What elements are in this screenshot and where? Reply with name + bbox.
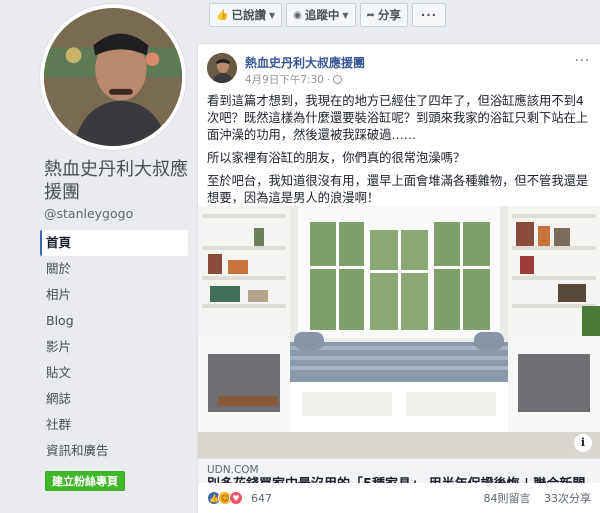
post-avatar-image [207, 53, 237, 83]
post-timestamp[interactable]: 4月9日下午7:30 [245, 72, 324, 87]
globe-icon [333, 75, 343, 84]
post-author-avatar[interactable] [207, 53, 237, 83]
post-meta: 4月9日下午7:30 · [245, 72, 343, 87]
post-options-button[interactable]: ··· [575, 54, 590, 69]
share-count[interactable]: 33次分享 [544, 492, 591, 505]
profile-picture[interactable] [40, 4, 186, 150]
nav-item-posts[interactable]: 貼文 [40, 360, 188, 386]
link-domain: UDN.COM [207, 464, 259, 476]
nav-item-info-and-ads[interactable]: 資訊和廣告 [40, 438, 188, 464]
post-text: 看到這篇才想到，我現在的地方已經住了四年了，但浴缸應該用不到4次吧？既然這樣為什… [207, 93, 595, 213]
info-icon[interactable]: i [574, 434, 592, 452]
comment-count[interactable]: 84則留言 [484, 492, 531, 505]
thumbs-up-icon: 👍 [216, 9, 229, 21]
nav-item-community[interactable]: 社群 [40, 412, 188, 438]
chevron-down-icon: ▼ [342, 10, 349, 20]
reaction-count[interactable]: 647 [251, 492, 272, 505]
engagement-counts: 84則留言 33次分享 [474, 490, 592, 506]
share-button[interactable]: ➦ 分享 [359, 3, 408, 27]
post-paragraph: 所以家裡有浴缸的朋友，你們真的很常泡澡嗎？ [207, 151, 466, 165]
rss-icon: ◉ [293, 9, 302, 21]
living-room-photo [198, 206, 600, 458]
avatar-image [44, 8, 182, 146]
link-preview-image[interactable]: i [198, 206, 600, 458]
share-label: 分享 [377, 8, 401, 22]
liked-button[interactable]: 👍 已說讚 ▼ [209, 3, 283, 27]
nav-item-notes[interactable]: 網誌 [40, 386, 188, 412]
post-paragraph: 至於吧台，我知道很沒有用，還早上面會堆滿各種雜物，但不管我還是想要，因為這是男人… [207, 174, 589, 205]
following-button[interactable]: ◉ 追蹤中 ▼ [286, 3, 356, 27]
chevron-down-icon: ▼ [268, 10, 276, 20]
create-page-button[interactable]: 建立粉絲專頁 [45, 471, 125, 491]
liked-label: 已說讚 [231, 8, 266, 22]
nav-item-about[interactable]: 關於 [40, 256, 188, 282]
post-card: 熱血史丹利大叔應援團 4月9日下午7:30 · ··· 看到這篇才想到，我現在的… [197, 43, 600, 513]
more-options-button[interactable]: ··· [411, 3, 446, 27]
reaction-icons[interactable]: 👍 ☺ ♥ [207, 491, 243, 505]
post-stats-bar: 👍 ☺ ♥ 647 84則留言 33次分享 [197, 483, 600, 513]
nav-item-home[interactable]: 首頁 [40, 230, 188, 256]
avatar [44, 8, 182, 146]
page-username[interactable]: @stanleygogo [44, 206, 133, 221]
post-author-name[interactable]: 熱血史丹利大叔應援團 [245, 54, 365, 71]
separator: · [326, 73, 331, 86]
share-arrow-icon: ➦ [366, 9, 375, 21]
nav-item-blog[interactable]: Blog [40, 308, 188, 334]
page-title: 熱血史丹利大叔應援團 [44, 159, 188, 203]
post-paragraph: 看到這篇才想到，我現在的地方已經住了四年了，但浴缸應該用不到4次吧？既然這樣為什… [207, 94, 589, 142]
page-nav: 首頁 關於 相片 Blog 影片 貼文 網誌 社群 資訊和廣告 [40, 230, 188, 464]
nav-item-photos[interactable]: 相片 [40, 282, 188, 308]
page-action-bar: 👍 已說讚 ▼ ◉ 追蹤中 ▼ ➦ 分享 ··· [209, 3, 450, 27]
following-label: 追蹤中 [304, 8, 340, 22]
nav-item-videos[interactable]: 影片 [40, 334, 188, 360]
love-reaction-icon: ♥ [229, 491, 243, 505]
